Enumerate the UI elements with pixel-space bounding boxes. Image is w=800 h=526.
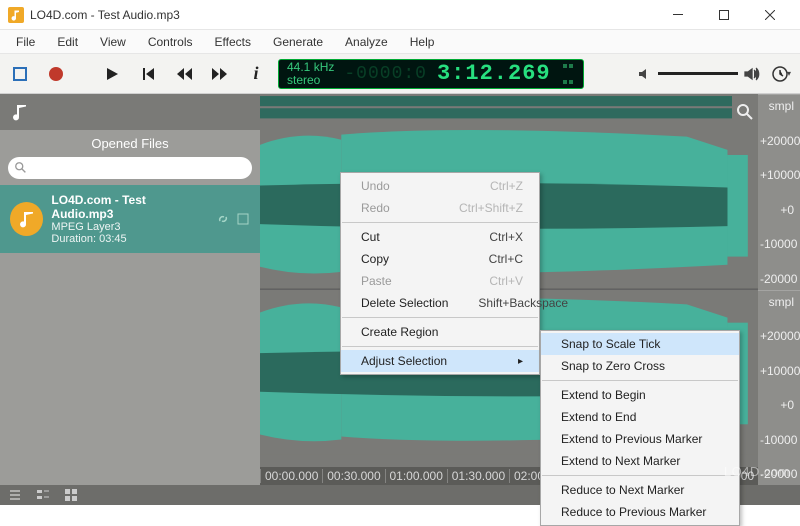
menu-item[interactable]: Snap to Scale Tick: [541, 333, 739, 355]
file-type-icon: [10, 202, 43, 236]
context-submenu[interactable]: Snap to Scale TickSnap to Zero Cross Exte…: [540, 330, 740, 526]
file-item-actions: [216, 212, 250, 226]
file-title: LO4D.com - Test Audio.mp3: [51, 193, 208, 221]
file-codec: MPEG Layer3: [51, 221, 208, 233]
titlebar: LO4D.com - Test Audio.mp3: [0, 0, 800, 30]
context-menu[interactable]: UndoCtrl+ZRedoCtrl+Shift+Z CutCtrl+XCopyC…: [340, 172, 540, 375]
close-button[interactable]: [748, 1, 792, 29]
stop-icon: [13, 67, 27, 81]
menu-item[interactable]: Create Region: [341, 321, 539, 343]
sidebar-header: [0, 94, 260, 130]
menu-item[interactable]: Reduce to Previous Marker: [541, 501, 739, 523]
menu-item: PasteCtrl+V: [341, 270, 539, 292]
time-position: 3:12.269: [437, 61, 551, 86]
menu-item: UndoCtrl+Z: [341, 175, 539, 197]
music-note-icon: [10, 102, 30, 122]
volume-slider[interactable]: [658, 72, 738, 75]
external-icon[interactable]: [236, 212, 250, 226]
menu-controls[interactable]: Controls: [138, 32, 203, 52]
sidebar-title: Opened Files: [0, 130, 260, 157]
file-item[interactable]: LO4D.com - Test Audio.mp3 MPEG Layer3 Du…: [0, 185, 260, 253]
view-detail-button[interactable]: [34, 486, 52, 504]
info-icon: i: [253, 63, 258, 84]
record-icon: [49, 67, 63, 81]
record-button[interactable]: [42, 60, 70, 88]
volume-high-icon: [744, 67, 760, 81]
menu-item[interactable]: Snap to Zero Cross: [541, 355, 739, 377]
volume-control[interactable]: [638, 67, 760, 81]
watermark: LO4D.com: [724, 464, 790, 479]
minimize-button[interactable]: [656, 1, 700, 29]
amplitude-ruler: smpl +20000 +10000 +0 -10000 -20000 smpl…: [758, 94, 800, 485]
menu-edit[interactable]: Edit: [47, 32, 88, 52]
info-button[interactable]: i: [242, 60, 270, 88]
menu-item[interactable]: Extend to End: [541, 406, 739, 428]
skip-start-button[interactable]: [134, 60, 162, 88]
maximize-button[interactable]: [702, 1, 746, 29]
menu-item[interactable]: Extend to Previous Marker: [541, 428, 739, 450]
menu-help[interactable]: Help: [400, 32, 445, 52]
sample-rate: 44.1 kHz: [287, 61, 334, 74]
time-negative: -0000:0: [344, 64, 427, 84]
search-input[interactable]: [8, 157, 252, 179]
volume-low-icon: [638, 67, 652, 81]
sidebar: Opened Files LO4D.com - Test Audio.mp3 M…: [0, 94, 260, 485]
menu-generate[interactable]: Generate: [263, 32, 333, 52]
play-button[interactable]: [98, 60, 126, 88]
menu-item[interactable]: CutCtrl+X: [341, 226, 539, 248]
menu-item[interactable]: Extend to Next Marker: [541, 450, 739, 472]
menu-view[interactable]: View: [90, 32, 136, 52]
link-icon[interactable]: [216, 212, 230, 226]
menu-item[interactable]: Extend to Begin: [541, 384, 739, 406]
stop-button[interactable]: [6, 60, 34, 88]
menu-file[interactable]: File: [6, 32, 45, 52]
file-duration: Duration: 03:45: [51, 233, 208, 245]
menu-item[interactable]: Delete SelectionShift+Backspace: [341, 292, 539, 314]
menu-analyze[interactable]: Analyze: [335, 32, 398, 52]
lcd-display: 44.1 kHz stereo -0000:0 3:12.269: [278, 59, 584, 89]
file-meta: LO4D.com - Test Audio.mp3 MPEG Layer3 Du…: [51, 193, 208, 245]
zoom-button[interactable]: [732, 94, 758, 130]
rewind-button[interactable]: [170, 60, 198, 88]
channel-mode: stereo: [287, 74, 334, 87]
app-icon: [8, 7, 24, 23]
menu-item: RedoCtrl+Shift+Z: [341, 197, 539, 219]
lcd-handles-icon: [561, 62, 575, 86]
fast-forward-button[interactable]: [206, 60, 234, 88]
menubar: File Edit View Controls Effects Generate…: [0, 30, 800, 54]
menu-effects[interactable]: Effects: [205, 32, 261, 52]
clock-button[interactable]: ▾: [768, 61, 794, 87]
menu-item[interactable]: Reduce to Next Marker: [541, 479, 739, 501]
view-grid-button[interactable]: [62, 486, 80, 504]
view-list-button[interactable]: [6, 486, 24, 504]
menu-item[interactable]: CopyCtrl+C: [341, 248, 539, 270]
magnifier-icon: [736, 103, 754, 121]
toolbar: i 44.1 kHz stereo -0000:0 3:12.269 ▾: [0, 54, 800, 94]
menu-item[interactable]: Adjust Selection: [341, 350, 539, 372]
window-title: LO4D.com - Test Audio.mp3: [30, 8, 656, 22]
